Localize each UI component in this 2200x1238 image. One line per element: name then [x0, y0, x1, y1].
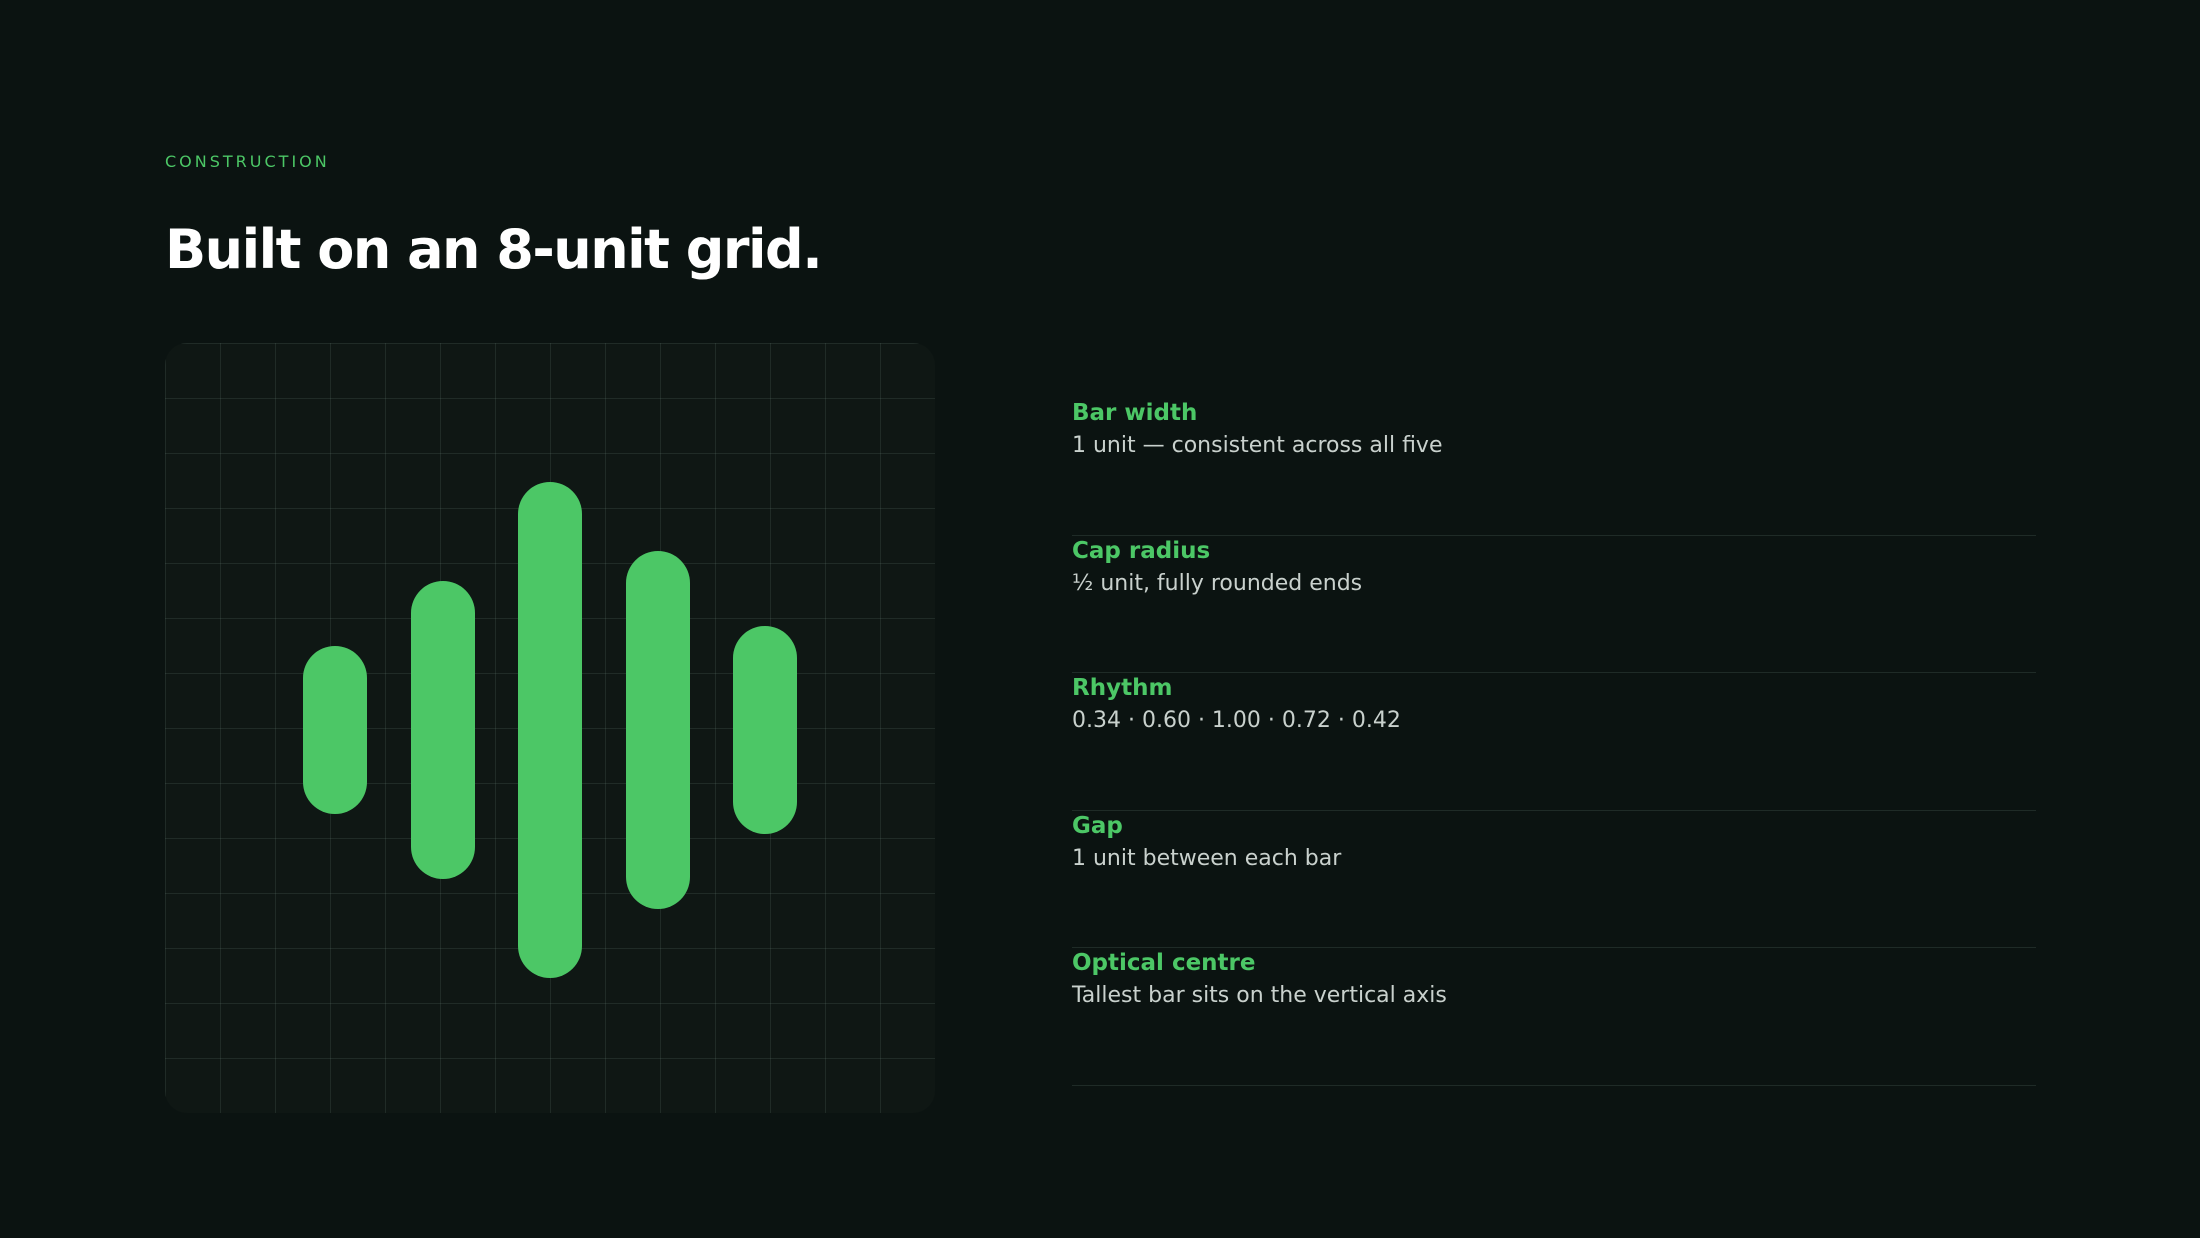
- waveform-bar: [410, 581, 475, 879]
- spec-item-optical-centre: Optical centre Tallest bar sits on the v…: [1072, 948, 2036, 1086]
- spec-label: Optical centre: [1072, 950, 1256, 976]
- spec-label: Gap: [1072, 812, 1123, 839]
- section-eyebrow: CONSTRUCTION: [165, 152, 330, 171]
- waveform-bar: [625, 551, 690, 909]
- waveform-bar: [303, 645, 367, 815]
- spec-value: 1 unit — consistent across all five: [1072, 433, 1443, 458]
- spec-label: Bar width: [1072, 400, 1198, 426]
- construction-grid-diagram: [165, 343, 935, 1113]
- waveform-bar: [518, 482, 582, 978]
- spec-item-cap-radius: Cap radius ½ unit, fully rounded ends: [1072, 536, 2036, 673]
- spec-item-gap: Gap 1 unit between each bar: [1072, 811, 2036, 948]
- spec-list: Bar width 1 unit — consistent across all…: [1072, 398, 2036, 1086]
- spec-value: 0.34 · 0.60 · 1.00 · 0.72 · 0.42: [1072, 708, 1401, 733]
- spec-value: Tallest bar sits on the vertical axis: [1072, 983, 1447, 1008]
- waveform-bar: [733, 625, 797, 835]
- spec-item-bar-width: Bar width 1 unit — consistent across all…: [1072, 398, 2036, 536]
- spec-item-rhythm: Rhythm 0.34 · 0.60 · 1.00 · 0.72 · 0.42: [1072, 673, 2036, 811]
- spec-label: Rhythm: [1072, 675, 1173, 701]
- spec-value: ½ unit, fully rounded ends: [1072, 570, 1363, 596]
- page-title: Built on an 8-unit grid.: [165, 218, 823, 281]
- spec-label: Cap radius: [1072, 537, 1211, 564]
- spec-value: 1 unit between each bar: [1072, 845, 1342, 871]
